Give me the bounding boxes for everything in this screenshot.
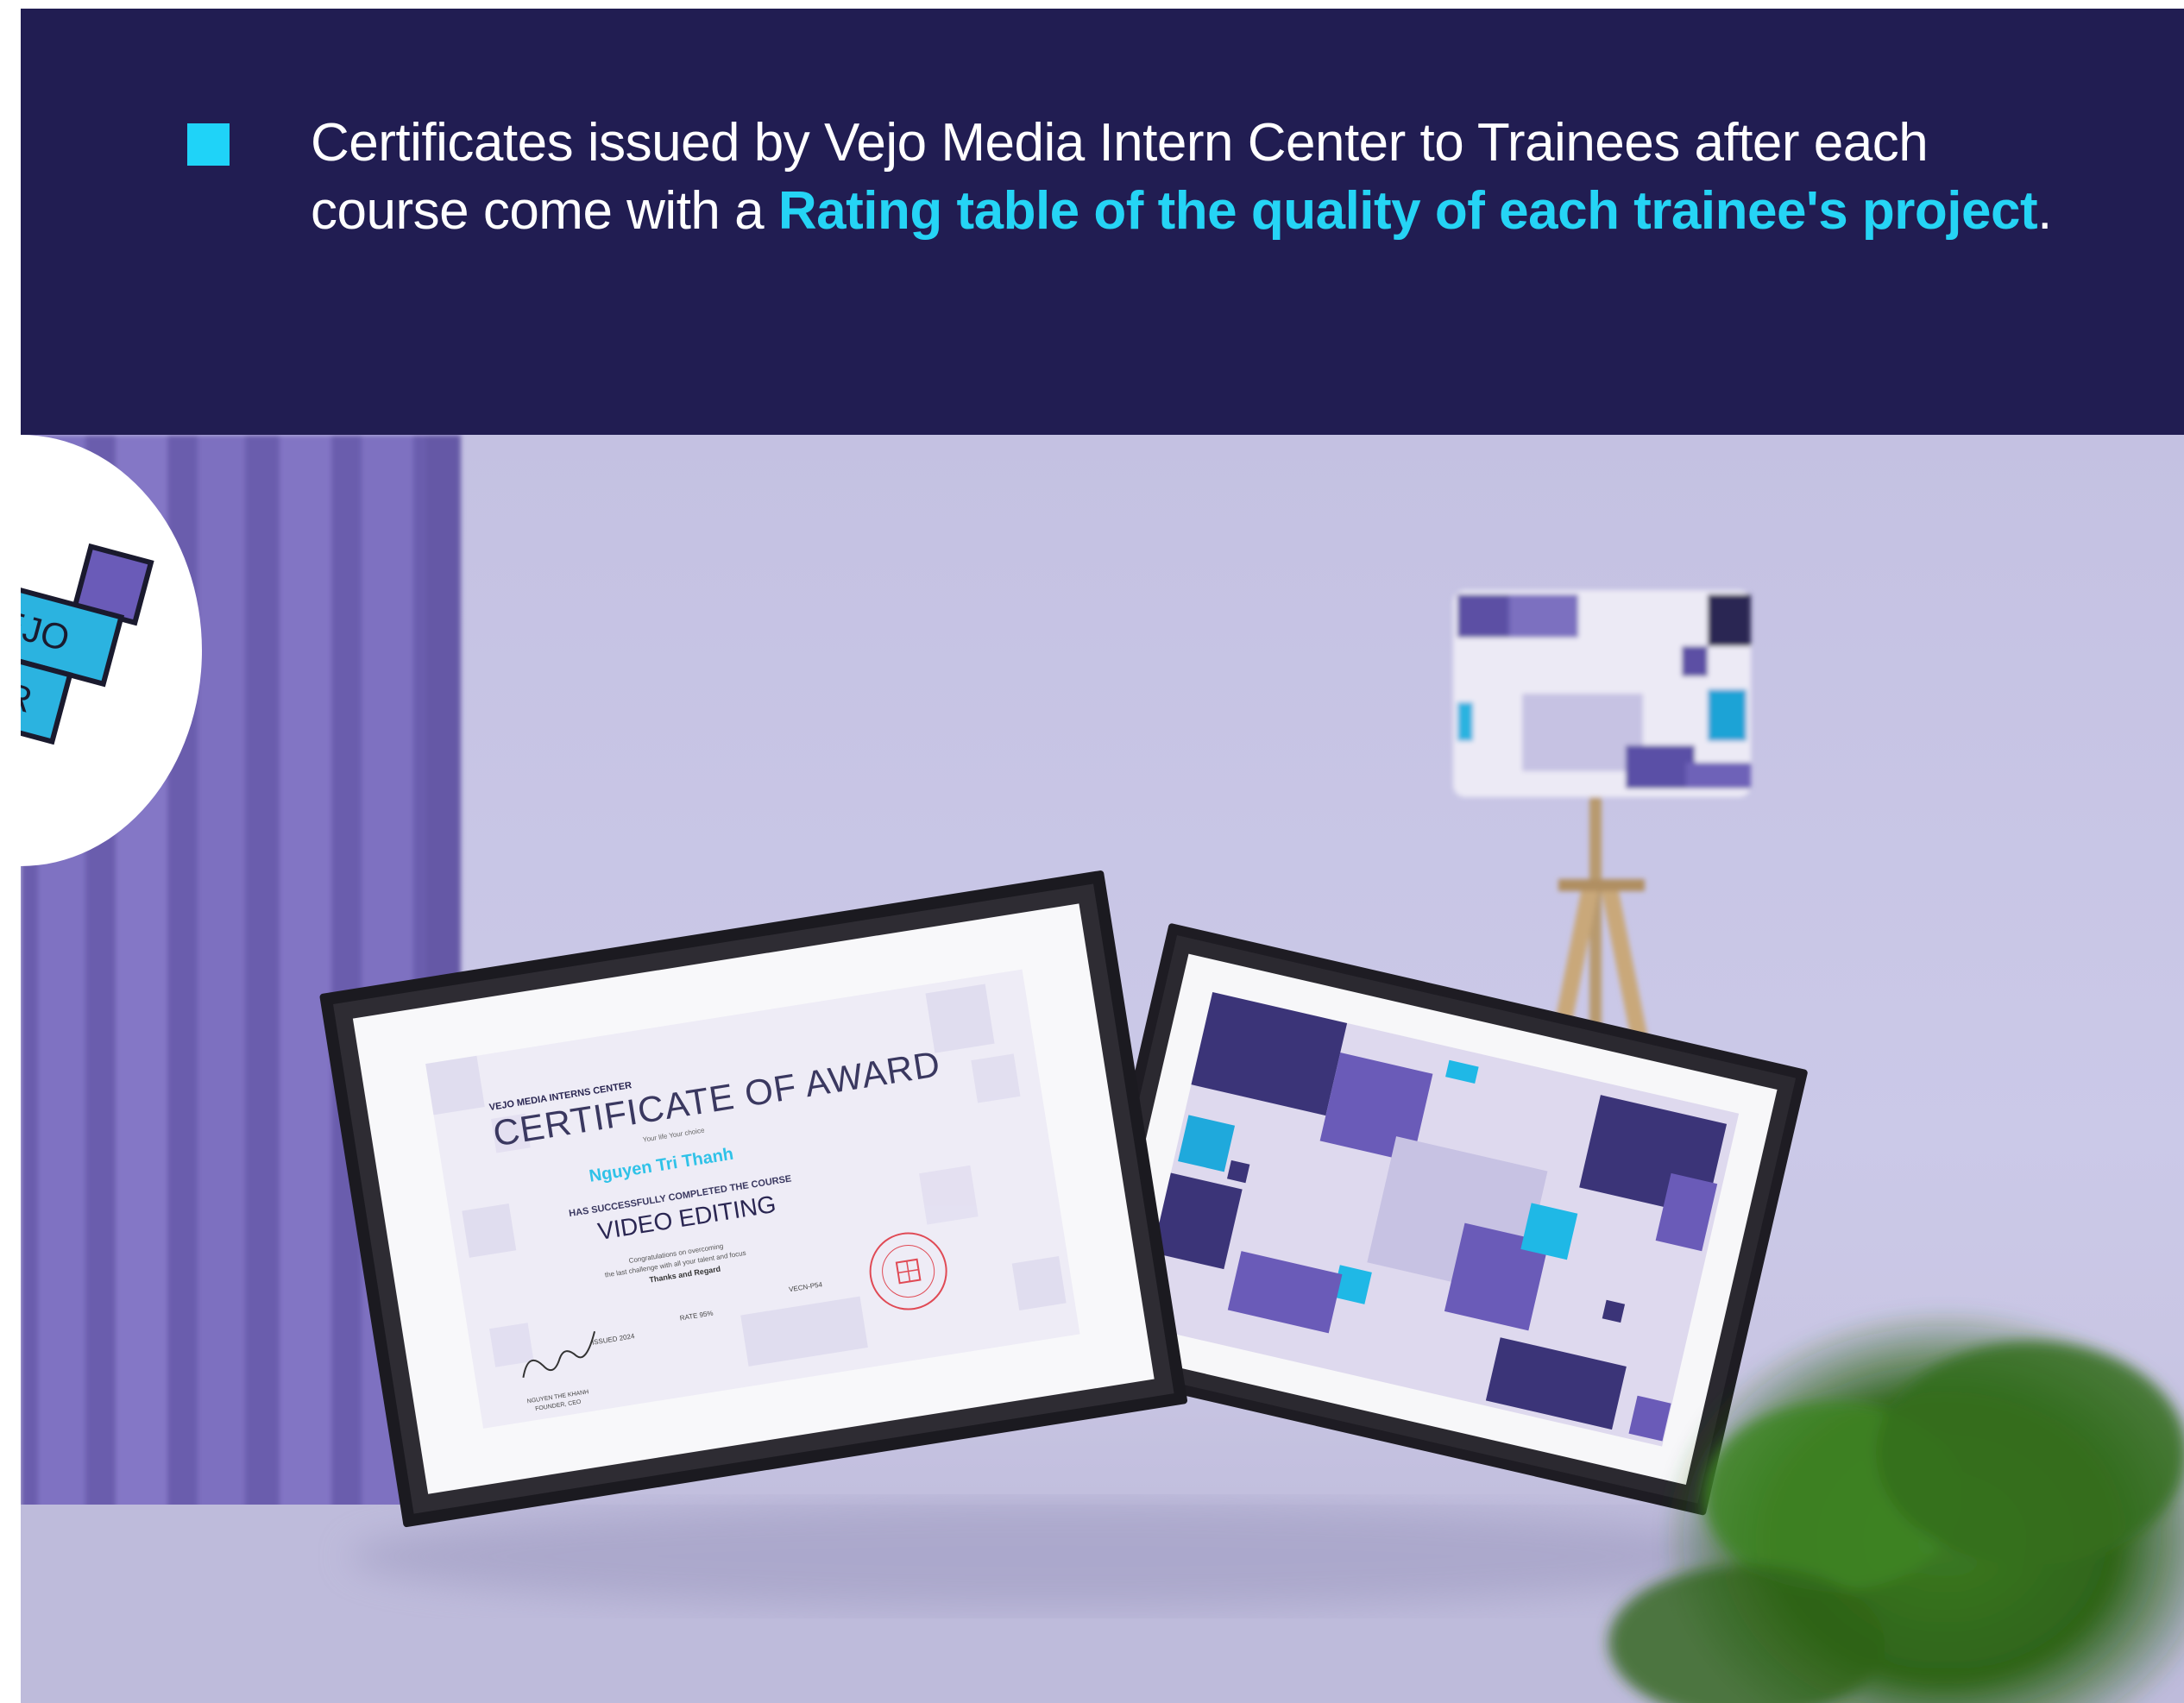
intro-paragraph: Certificates issued by Vejo Media Intern… xyxy=(311,109,2080,245)
intro-period: . xyxy=(2037,181,2052,241)
mockup-scene-svg: VEJO MEDIA INTERNS CENTER CERTIFICATE OF… xyxy=(21,435,2184,1703)
logo-badge: EJO ER xyxy=(21,435,202,866)
bullet-square-icon xyxy=(187,123,230,166)
mockup-photo: VEJO MEDIA INTERNS CENTER CERTIFICATE OF… xyxy=(21,435,2184,1703)
intro-highlight: Rating table of the quality of each trai… xyxy=(777,181,2038,241)
